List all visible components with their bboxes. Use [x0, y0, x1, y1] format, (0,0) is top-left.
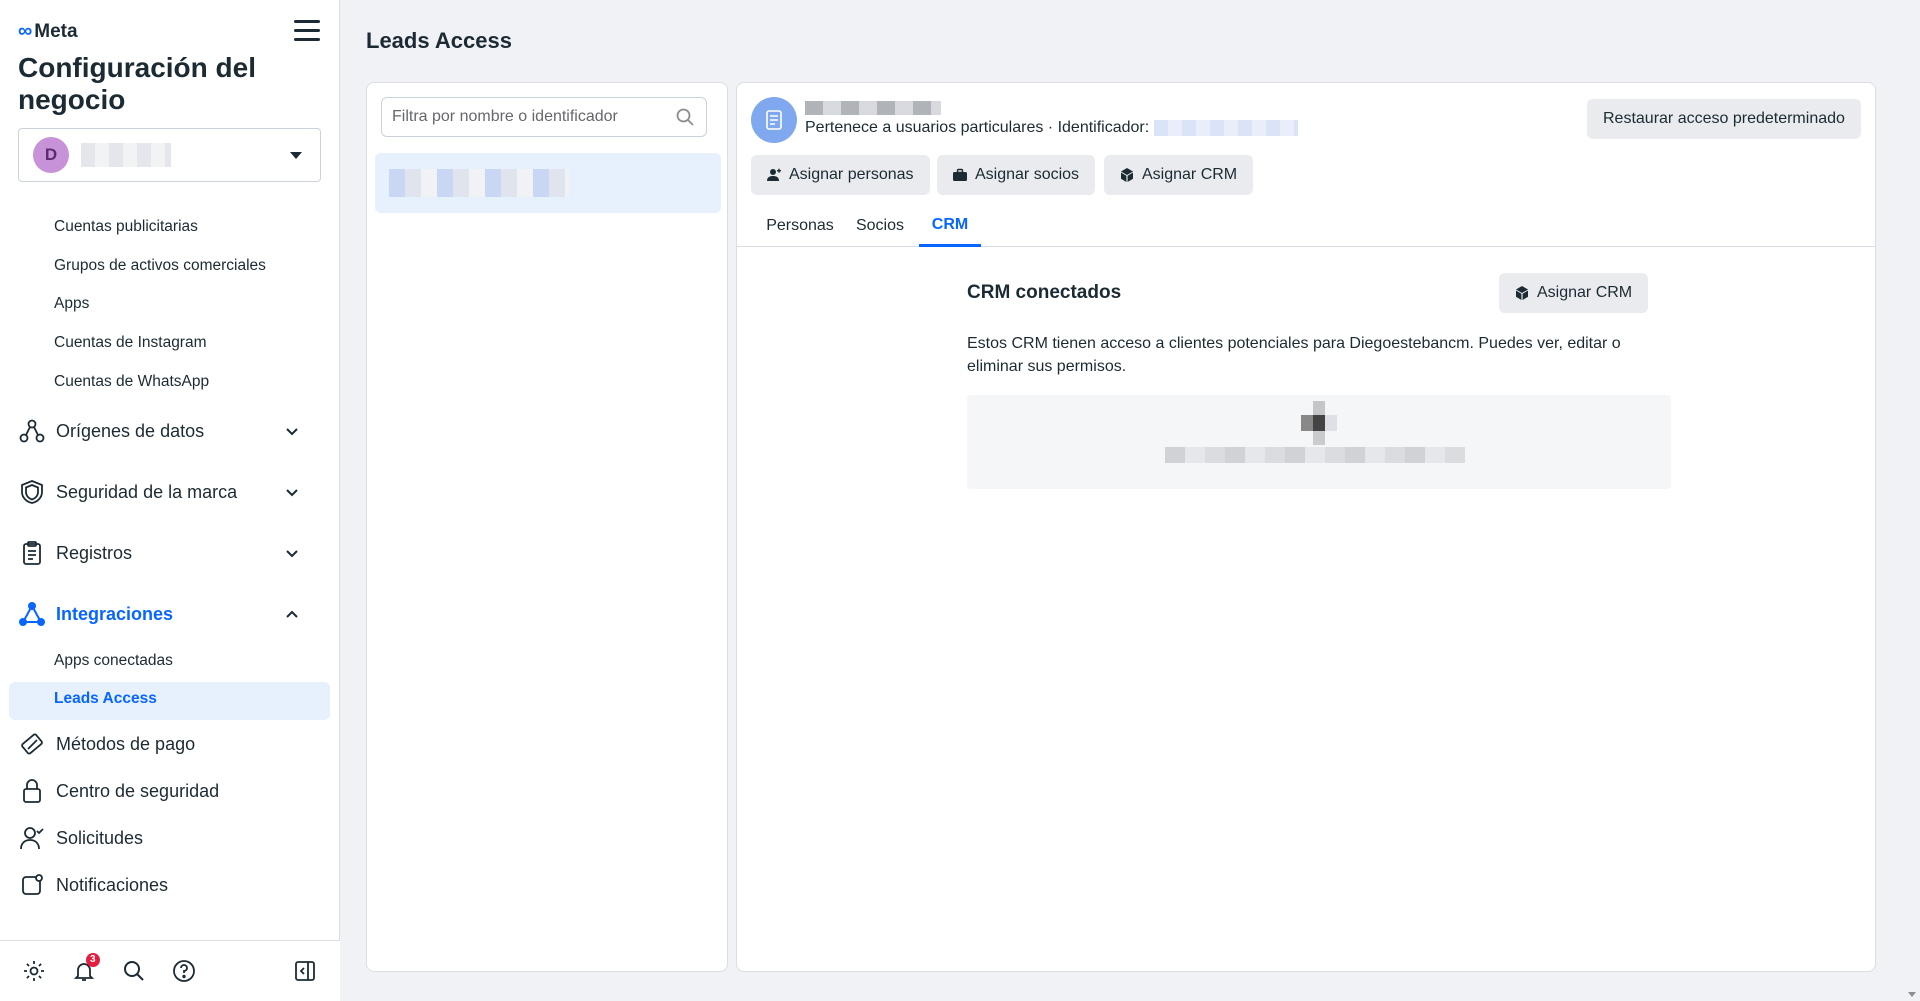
sidebar-section-data-sources[interactable]: Orígenes de datos: [18, 413, 318, 449]
sidebar-item-whatsapp-accounts[interactable]: Cuentas de WhatsApp: [54, 373, 209, 391]
cube-icon: [1120, 168, 1134, 182]
notification-square-icon: [18, 871, 46, 899]
page-name-redacted: [805, 101, 941, 115]
sidebar-section-notifications[interactable]: Notificaciones: [18, 867, 318, 903]
tab-people[interactable]: Personas: [751, 205, 849, 247]
sidebar-item-instagram-accounts[interactable]: Cuentas de Instagram: [54, 334, 207, 352]
sidebar: ∞ Meta Configuración del negocio D Cuent…: [0, 0, 340, 1001]
sidebar-section-label: Centro de seguridad: [56, 780, 220, 801]
asset-list-panel: [366, 82, 728, 972]
meta-logo[interactable]: ∞ Meta: [18, 20, 78, 43]
detail-panel: Pertenece a usuarios particulares · Iden…: [736, 82, 1876, 972]
sidebar-title: Configuración del negocio: [18, 52, 256, 115]
notification-count-badge: 3: [86, 953, 100, 967]
menu-icon[interactable]: [294, 20, 320, 42]
chevron-up-icon: [286, 610, 298, 618]
filter-search-input[interactable]: [381, 97, 707, 137]
help-icon[interactable]: [170, 957, 198, 985]
crm-description: Estos CRM tienen acceso a clientes poten…: [967, 335, 1621, 375]
meta-infinity-icon: ∞: [18, 20, 33, 42]
assign-people-button[interactable]: Asignar personas: [751, 155, 930, 195]
connected-crm-title: CRM conectados: [967, 282, 1122, 303]
owner-info: Pertenece a usuarios particulares · Iden…: [805, 119, 1298, 137]
meta-logo-text: Meta: [34, 20, 78, 42]
account-name-redacted: [81, 143, 171, 167]
chevron-down-icon: [286, 428, 298, 436]
sidebar-section-brand-safety[interactable]: Seguridad de la marca: [18, 474, 318, 510]
sidebar-item-apps[interactable]: Apps: [54, 295, 89, 313]
cube-icon: [1515, 286, 1529, 300]
sidebar-section-payment-methods[interactable]: Métodos de pago: [18, 726, 318, 762]
add-person-icon: [767, 168, 781, 182]
sidebar-section-security-center[interactable]: Centro de seguridad: [18, 773, 318, 809]
shield-icon: [18, 478, 46, 506]
sidebar-section-requests[interactable]: Solicitudes: [18, 820, 318, 856]
owner-text: Pertenece a usuarios particulares · Iden…: [805, 119, 1150, 136]
sidebar-section-label: Notificaciones: [56, 874, 169, 895]
assign-crm-button[interactable]: Asignar CRM: [1104, 155, 1254, 195]
crm-logo-redacted: [1301, 401, 1345, 445]
briefcase-icon: [953, 168, 967, 182]
assign-partners-label: Asignar socios: [975, 166, 1080, 183]
sidebar-item-leads-access[interactable]: Leads Access: [54, 690, 157, 708]
integrations-icon: [18, 600, 46, 628]
assign-partners-button[interactable]: Asignar socios: [937, 155, 1096, 195]
restore-default-access-button[interactable]: Restaurar acceso predeterminado: [1587, 99, 1861, 139]
detail-tabs: Personas Socios CRM: [737, 205, 1875, 247]
sidebar-section-integrations[interactable]: Integraciones: [18, 596, 318, 632]
search-icon: [676, 108, 694, 126]
list-item-selected[interactable]: [375, 153, 721, 213]
crm-name-redacted: [1165, 447, 1465, 463]
assign-people-label: Asignar personas: [789, 166, 914, 183]
identifier-redacted: [1153, 119, 1298, 136]
chevron-down-icon: [286, 550, 298, 558]
connected-crm-item[interactable]: [967, 395, 1671, 489]
lock-icon: [18, 777, 46, 805]
sidebar-section-label: Métodos de pago: [56, 733, 196, 754]
tab-partners[interactable]: Socios: [849, 205, 911, 247]
clipboard-icon: [18, 539, 46, 567]
sidebar-bottom-toolbar: 3: [0, 940, 340, 1001]
sidebar-item-ad-accounts[interactable]: Cuentas publicitarias: [54, 218, 198, 236]
settings-gear-icon[interactable]: [20, 957, 48, 985]
chevron-down-icon: [286, 489, 298, 497]
sidebar-section-label: Solicitudes: [56, 827, 144, 848]
caret-down-icon: [290, 152, 302, 159]
sidebar-section-label: Orígenes de datos: [56, 420, 205, 441]
data-sources-icon: [18, 417, 46, 445]
page-title: Leads Access: [366, 28, 512, 53]
sidebar-section-logs[interactable]: Registros: [18, 535, 318, 571]
crm-assign-label: Asignar CRM: [1537, 284, 1633, 301]
list-item-name-redacted: [389, 169, 569, 197]
sidebar-item-asset-groups[interactable]: Grupos de activos comerciales: [54, 257, 266, 275]
search-icon[interactable]: [120, 957, 148, 985]
credit-card-icon: [18, 730, 46, 758]
sidebar-section-label: Integraciones: [56, 603, 174, 624]
sidebar-section-label: Registros: [56, 542, 133, 563]
collapse-panel-icon[interactable]: [291, 957, 319, 985]
bell-icon[interactable]: 3: [70, 953, 100, 985]
sidebar-item-connected-apps[interactable]: Apps conectadas: [54, 652, 173, 670]
crm-assign-button[interactable]: Asignar CRM: [1499, 273, 1649, 313]
assign-crm-label: Asignar CRM: [1142, 166, 1238, 183]
page-avatar: [751, 97, 797, 143]
sidebar-section-label: Seguridad de la marca: [56, 481, 238, 502]
account-avatar: D: [33, 137, 69, 173]
tab-crm[interactable]: CRM: [919, 205, 981, 247]
scroll-down-arrow-icon[interactable]: [1908, 992, 1916, 997]
person-check-icon: [18, 824, 46, 852]
business-account-selector[interactable]: D: [18, 128, 321, 182]
